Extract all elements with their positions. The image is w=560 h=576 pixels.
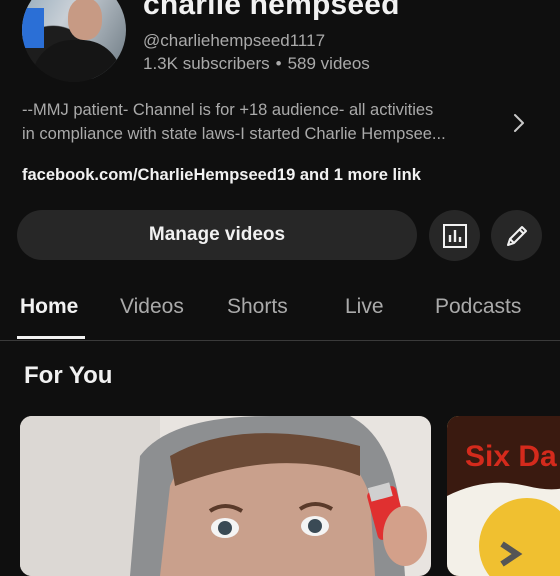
chevron-right-icon[interactable]	[508, 108, 530, 138]
avatar-face	[68, 0, 102, 40]
video-thumbnail[interactable]	[20, 416, 431, 576]
thumbnail-image	[20, 416, 431, 576]
avatar-body	[32, 40, 122, 82]
channel-stats: 1.3K subscribers • 589 videos	[143, 54, 370, 74]
avatar-bg-shape	[22, 8, 44, 48]
active-tab-indicator	[17, 336, 85, 339]
description-line: in compliance with state laws-I started …	[22, 125, 446, 143]
channel-avatar[interactable]	[22, 0, 126, 82]
channel-handle: @charliehempseed1117	[143, 31, 326, 50]
video-count: 589 videos	[287, 54, 370, 73]
channel-tabs: Home Videos Shorts Live Podcasts	[0, 284, 560, 341]
tab-live[interactable]: Live	[345, 295, 384, 319]
subscriber-count: 1.3K subscribers	[143, 54, 270, 73]
channel-links[interactable]: facebook.com/CharlieHempseed19 and 1 mor…	[22, 166, 421, 185]
tab-podcasts[interactable]: Podcasts	[435, 295, 521, 319]
section-title: For You	[24, 362, 113, 389]
tab-shorts[interactable]: Shorts	[227, 295, 288, 319]
tab-videos[interactable]: Videos	[120, 295, 184, 319]
description-line: --MMJ patient- Channel is for +18 audien…	[22, 101, 434, 119]
channel-name: charlie hempseed	[143, 0, 400, 21]
thumbnail-title-text: Six Da	[465, 440, 557, 473]
channel-description[interactable]: --MMJ patient- Channel is for +18 audien…	[22, 98, 502, 146]
analytics-icon	[442, 223, 467, 248]
pencil-icon	[506, 225, 527, 246]
tab-home[interactable]: Home	[20, 295, 78, 319]
manage-videos-button[interactable]: Manage videos	[17, 210, 417, 260]
stats-separator: •	[275, 54, 282, 73]
video-thumbnail[interactable]: Six Da	[447, 416, 560, 576]
edit-button[interactable]	[491, 210, 542, 261]
analytics-button[interactable]	[429, 210, 480, 261]
